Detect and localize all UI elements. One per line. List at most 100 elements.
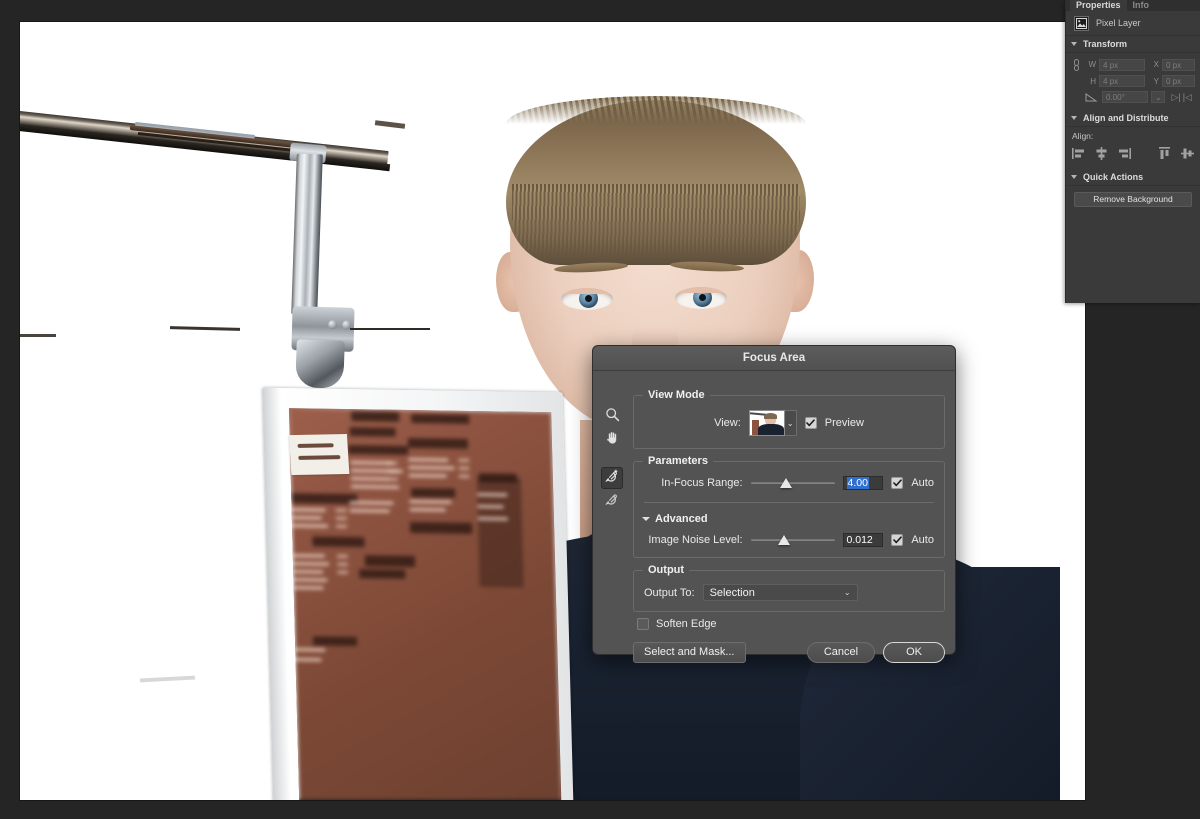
- chevron-down-icon: [1071, 174, 1078, 181]
- zoom-tool[interactable]: [601, 405, 623, 427]
- view-label: View:: [714, 417, 741, 429]
- tab-properties[interactable]: Properties: [1070, 0, 1127, 11]
- poster-header-label: [289, 434, 349, 475]
- output-to-value: Selection: [710, 587, 755, 599]
- man-eye-right: [675, 287, 727, 309]
- flip-vertical-icon[interactable]: |◁: [1183, 92, 1192, 103]
- focus-add-brush-icon: [604, 469, 620, 487]
- panel-tab-bar: Properties Info: [1066, 0, 1200, 11]
- stray-edge-fragment: [350, 328, 430, 330]
- output-legend: Output: [643, 564, 689, 576]
- section-title-transform: Transform: [1083, 39, 1127, 49]
- transform-h-label: H: [1085, 77, 1096, 86]
- image-noise-level-slider[interactable]: [751, 534, 835, 546]
- output-to-select[interactable]: Selection ⌄: [703, 584, 858, 601]
- image-noise-level-auto-label: Auto: [911, 534, 934, 546]
- man-hair: [506, 100, 806, 265]
- magnifier-icon: [605, 407, 620, 425]
- layer-name: Pixel Layer: [1096, 18, 1141, 28]
- chevron-down-icon: ⌄: [844, 588, 851, 597]
- hand-icon: [605, 430, 620, 448]
- transform-x-label: X: [1148, 60, 1159, 69]
- menu-board-poster: [262, 388, 573, 800]
- focus-area-dialog: Focus Area: [592, 345, 956, 655]
- transform-w-field[interactable]: 4 px: [1099, 59, 1145, 71]
- transform-y-label: Y: [1148, 77, 1159, 86]
- transform-y-field[interactable]: 0 px: [1162, 75, 1195, 87]
- align-left-edges-icon[interactable]: [1072, 147, 1085, 160]
- stray-edge-fragment: [170, 326, 240, 331]
- select-and-mask-button[interactable]: Select and Mask...: [633, 642, 746, 663]
- properties-panel: Properties Info Pixel Layer Transform: [1065, 0, 1200, 303]
- preview-checkbox[interactable]: [805, 417, 817, 429]
- quick-actions-body: Remove Background: [1066, 186, 1200, 215]
- in-focus-range-slider[interactable]: [751, 477, 835, 489]
- stray-edge-fragment: [20, 334, 56, 337]
- image-noise-level-label: Image Noise Level:: [644, 534, 743, 546]
- advanced-title: Advanced: [655, 513, 708, 525]
- view-mode-legend: View Mode: [643, 389, 710, 401]
- hand-tool[interactable]: [601, 428, 623, 450]
- transform-w-label: W: [1085, 60, 1096, 69]
- view-preview-thumbnail: [749, 410, 785, 436]
- photoshop-workspace: Properties Info Pixel Layer Transform: [0, 0, 1200, 819]
- section-title-quick-actions: Quick Actions: [1083, 172, 1143, 182]
- chevron-down-icon: [642, 515, 650, 523]
- flip-horizontal-icon[interactable]: ▷|: [1171, 92, 1180, 103]
- align-horizontal-centers-icon[interactable]: [1095, 147, 1108, 160]
- link-icon[interactable]: [1070, 58, 1082, 71]
- section-header-transform[interactable]: Transform: [1066, 36, 1200, 53]
- output-fieldset: Output Output To: Selection ⌄: [633, 570, 945, 612]
- parameters-legend: Parameters: [643, 455, 713, 467]
- bracket-arm: [291, 154, 323, 315]
- layer-summary-row: Pixel Layer: [1066, 11, 1200, 36]
- align-vertical-centers-icon[interactable]: [1181, 147, 1194, 160]
- chevron-down-icon: [1071, 41, 1078, 48]
- tab-info[interactable]: Info: [1127, 0, 1156, 11]
- chevron-down-icon: [1071, 115, 1078, 122]
- pixel-layer-icon: [1074, 16, 1089, 31]
- preview-label: Preview: [825, 417, 864, 429]
- section-title-align: Align and Distribute: [1083, 113, 1169, 123]
- transform-section-body: W 4 px X 0 px H 4 px Y 0 px 0.00° ⌄: [1066, 53, 1200, 110]
- transform-angle-field[interactable]: 0.00°: [1102, 91, 1148, 103]
- cancel-button[interactable]: Cancel: [807, 642, 875, 663]
- output-to-label: Output To:: [644, 587, 695, 599]
- image-noise-level-auto-checkbox[interactable]: [891, 534, 903, 546]
- bracket-wheel: [295, 339, 345, 389]
- remove-background-button[interactable]: Remove Background: [1074, 192, 1192, 207]
- focus-area-add-tool[interactable]: [601, 467, 623, 489]
- section-header-align-and-distribute[interactable]: Align and Distribute: [1066, 110, 1200, 127]
- angle-icon: [1085, 92, 1099, 103]
- section-header-quick-actions[interactable]: Quick Actions: [1066, 169, 1200, 186]
- dialog-button-row: Select and Mask... Cancel OK: [633, 642, 945, 663]
- stray-edge-fragment: [375, 120, 405, 129]
- focus-subtract-brush-icon: [604, 492, 620, 510]
- parameters-fieldset: Parameters In-Focus Range: 4.00 Auto: [633, 461, 945, 558]
- in-focus-range-label: In-Focus Range:: [644, 477, 743, 489]
- soften-edge-row: Soften Edge: [637, 618, 945, 630]
- align-label: Align:: [1072, 131, 1194, 141]
- in-focus-range-input[interactable]: 4.00: [843, 476, 884, 490]
- angle-dropdown-caret[interactable]: ⌄: [1151, 91, 1165, 103]
- align-top-edges-icon[interactable]: [1158, 147, 1171, 160]
- in-focus-range-auto-checkbox[interactable]: [891, 477, 903, 489]
- man-eye-left: [561, 288, 613, 310]
- soften-edge-label: Soften Edge: [656, 618, 717, 630]
- focus-area-subtract-tool[interactable]: [601, 490, 623, 512]
- view-mode-fieldset: View Mode View: ⌄: [633, 395, 945, 449]
- in-focus-range-auto-label: Auto: [911, 477, 934, 489]
- ok-button[interactable]: OK: [883, 642, 945, 663]
- soften-edge-checkbox[interactable]: [637, 618, 649, 630]
- transform-x-field[interactable]: 0 px: [1162, 59, 1195, 71]
- image-noise-level-input[interactable]: 0.012: [843, 533, 884, 547]
- chevron-down-icon: ⌄: [785, 410, 797, 436]
- view-mode-dropdown[interactable]: ⌄: [749, 410, 797, 436]
- align-section-body: Align:: [1066, 127, 1200, 169]
- dialog-title: Focus Area: [593, 346, 955, 371]
- align-right-edges-icon[interactable]: [1118, 147, 1131, 160]
- advanced-disclosure[interactable]: Advanced: [642, 513, 934, 525]
- stray-edge-fragment: [140, 676, 195, 683]
- in-focus-range-value: 4.00: [847, 477, 869, 489]
- transform-h-field[interactable]: 4 px: [1099, 75, 1145, 87]
